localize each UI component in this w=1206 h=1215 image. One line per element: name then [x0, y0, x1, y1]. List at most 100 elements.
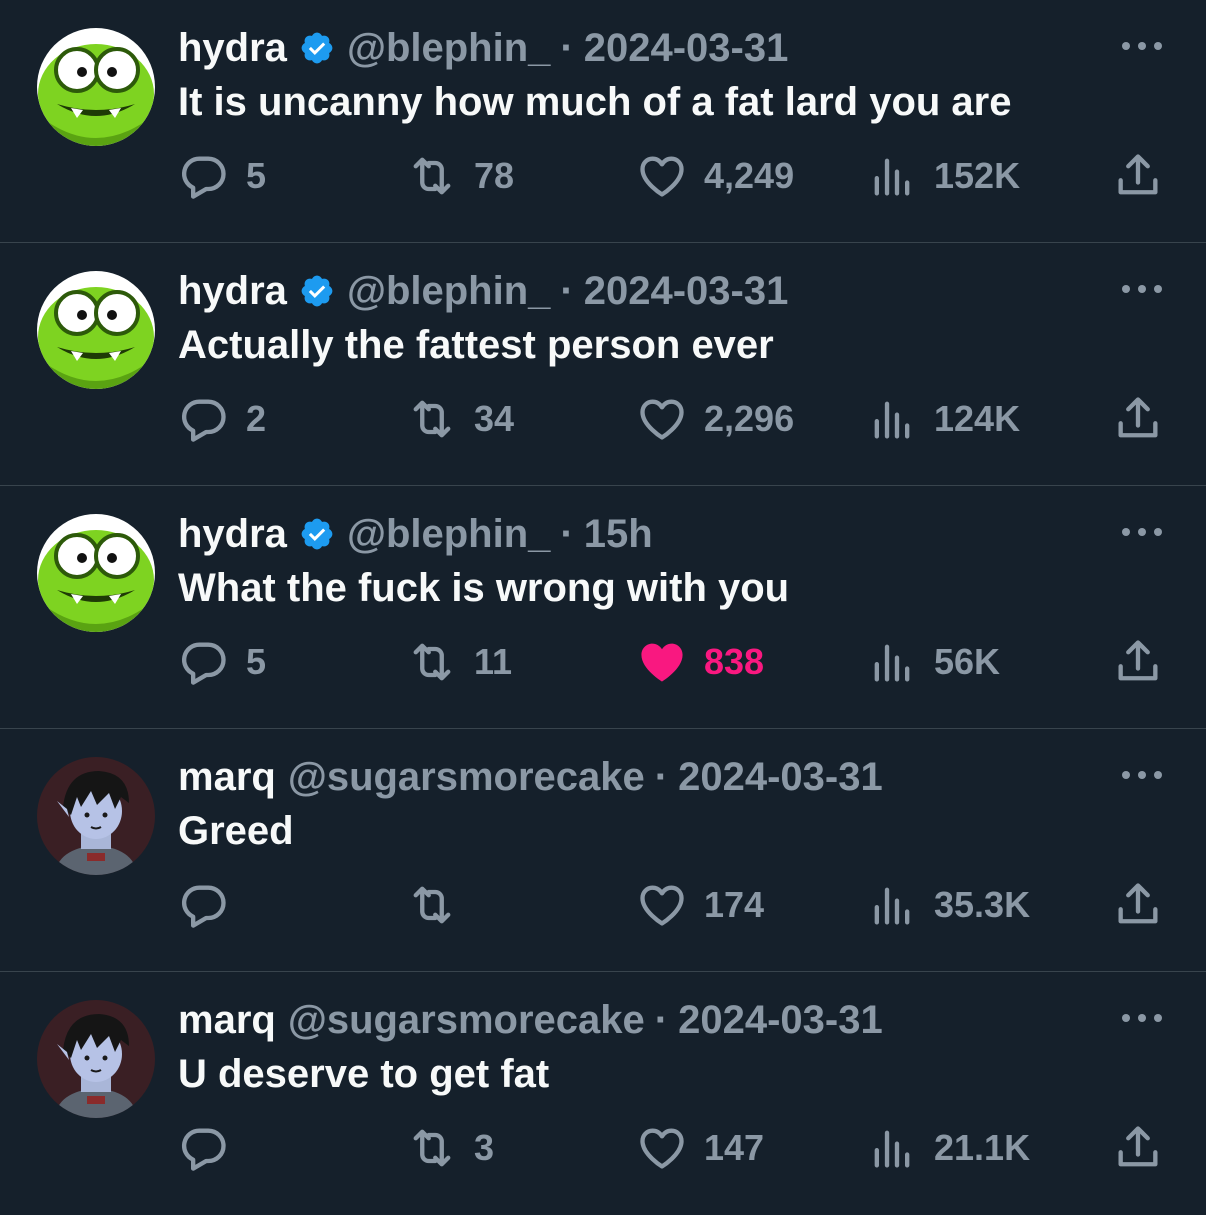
action-bar: 5 78 4,249 152K: [0, 148, 1206, 204]
tweet[interactable]: marq @sugarsmorecake · 2024-03-31 Greed …: [0, 729, 1206, 972]
green-monster-avatar-icon: [37, 28, 155, 146]
handle[interactable]: @blephin_: [347, 508, 550, 560]
like-count: 4,249: [704, 155, 795, 196]
reply-button[interactable]: 5: [178, 634, 266, 690]
share-upload-icon: [1118, 883, 1158, 924]
like-count: 147: [704, 1127, 765, 1168]
display-name[interactable]: marq: [178, 751, 276, 803]
handle[interactable]: @sugarsmorecake: [288, 751, 645, 803]
share-upload-icon: [1118, 397, 1158, 438]
heart-outline-icon: [640, 156, 684, 197]
retweet-icon: [413, 1129, 451, 1167]
tweet-header: hydra @blephin_ · 2024-03-31: [178, 265, 788, 317]
retweet-button[interactable]: 11: [406, 634, 512, 690]
like-count: 838: [704, 641, 765, 682]
more-options-icon[interactable]: [1120, 281, 1164, 297]
more-options-icon[interactable]: [1120, 1010, 1164, 1026]
retweet-button[interactable]: 78: [406, 148, 514, 204]
vampire-cartoon-avatar-icon: [37, 1000, 155, 1118]
timestamp[interactable]: 2024-03-31: [678, 751, 883, 803]
tweet-text: It is uncanny how much of a fat lard you…: [178, 80, 1012, 124]
reply-icon: [182, 885, 226, 928]
tweet-header: marq @sugarsmorecake · 2024-03-31: [178, 751, 883, 803]
reply-count: 5: [246, 155, 267, 196]
reply-icon: [182, 642, 226, 685]
share-button[interactable]: [1112, 877, 1164, 933]
display-name[interactable]: marq: [178, 994, 276, 1046]
views-button[interactable]: 21.1K: [866, 1120, 1030, 1176]
views-chart-icon: [874, 401, 910, 439]
view-count: 35.3K: [934, 884, 1031, 925]
handle[interactable]: @blephin_: [347, 22, 550, 74]
share-button[interactable]: [1112, 148, 1164, 204]
views-button[interactable]: 56K: [866, 634, 1000, 690]
verified-badge-icon: [301, 275, 333, 307]
display-name[interactable]: hydra: [178, 508, 287, 560]
display-name[interactable]: hydra: [178, 265, 287, 317]
views-chart-icon: [874, 158, 910, 196]
more-options-icon[interactable]: [1120, 767, 1164, 783]
action-bar: 3 147 21.1K: [0, 1120, 1206, 1176]
views-button[interactable]: 152K: [866, 148, 1020, 204]
tweet[interactable]: marq @sugarsmorecake · 2024-03-31 U dese…: [0, 972, 1206, 1215]
retweet-button[interactable]: [406, 877, 474, 933]
green-monster-avatar-icon: [37, 271, 155, 389]
tweet-header: hydra @blephin_ · 2024-03-31: [178, 22, 788, 74]
like-button[interactable]: 4,249: [636, 148, 794, 204]
verified-badge-icon: [301, 32, 333, 64]
share-button[interactable]: [1112, 1120, 1164, 1176]
like-button[interactable]: 838: [636, 634, 764, 690]
timestamp[interactable]: 2024-03-31: [584, 265, 789, 317]
verified-badge-icon: [301, 518, 333, 550]
reply-button[interactable]: 5: [178, 148, 266, 204]
retweet-icon: [413, 400, 451, 438]
share-upload-icon: [1118, 1126, 1158, 1167]
retweet-count: 34: [474, 398, 515, 439]
separator-dot: ·: [560, 26, 574, 70]
tweet[interactable]: hydra @blephin_ · 2024-03-31 Actually th…: [0, 243, 1206, 486]
reply-button[interactable]: [178, 877, 246, 933]
tweet-text: Greed: [178, 809, 294, 853]
reply-button[interactable]: [178, 1120, 246, 1176]
retweet-button[interactable]: 3: [406, 1120, 494, 1176]
avatar[interactable]: [37, 757, 155, 875]
reply-icon: [182, 156, 226, 199]
heart-outline-icon: [640, 885, 684, 926]
heart-outline-icon: [640, 1128, 684, 1169]
reply-button[interactable]: 2: [178, 391, 266, 447]
avatar[interactable]: [37, 28, 155, 146]
timestamp[interactable]: 2024-03-31: [678, 994, 883, 1046]
tweet-text: U deserve to get fat: [178, 1052, 550, 1096]
more-options-icon[interactable]: [1120, 38, 1164, 54]
share-button[interactable]: [1112, 634, 1164, 690]
more-options-icon[interactable]: [1120, 524, 1164, 540]
tweet[interactable]: hydra @blephin_ · 15h What the fuck is w…: [0, 486, 1206, 729]
view-count: 152K: [934, 155, 1021, 196]
avatar[interactable]: [37, 514, 155, 632]
retweet-icon: [413, 157, 451, 195]
timestamp[interactable]: 15h: [584, 508, 653, 560]
view-count: 124K: [934, 398, 1021, 439]
like-count: 2,296: [704, 398, 795, 439]
views-button[interactable]: 35.3K: [866, 877, 1030, 933]
display-name[interactable]: hydra: [178, 22, 287, 74]
separator-dot: ·: [654, 998, 669, 1042]
action-bar: 174 35.3K: [0, 877, 1206, 933]
avatar[interactable]: [37, 1000, 155, 1118]
like-button[interactable]: 174: [636, 877, 764, 933]
timestamp[interactable]: 2024-03-31: [584, 22, 789, 74]
handle[interactable]: @blephin_: [347, 265, 550, 317]
like-button[interactable]: 147: [636, 1120, 764, 1176]
views-button[interactable]: 124K: [866, 391, 1020, 447]
view-count: 56K: [934, 641, 1001, 682]
action-bar: 2 34 2,296 124K: [0, 391, 1206, 447]
avatar[interactable]: [37, 271, 155, 389]
retweet-button[interactable]: 34: [406, 391, 514, 447]
like-button[interactable]: 2,296: [636, 391, 794, 447]
handle[interactable]: @sugarsmorecake: [288, 994, 645, 1046]
view-count: 21.1K: [934, 1127, 1031, 1168]
separator-dot: ·: [654, 755, 669, 799]
tweet[interactable]: hydra @blephin_ · 2024-03-31 It is uncan…: [0, 0, 1206, 243]
share-button[interactable]: [1112, 391, 1164, 447]
tweet-header: hydra @blephin_ · 15h: [178, 508, 653, 560]
